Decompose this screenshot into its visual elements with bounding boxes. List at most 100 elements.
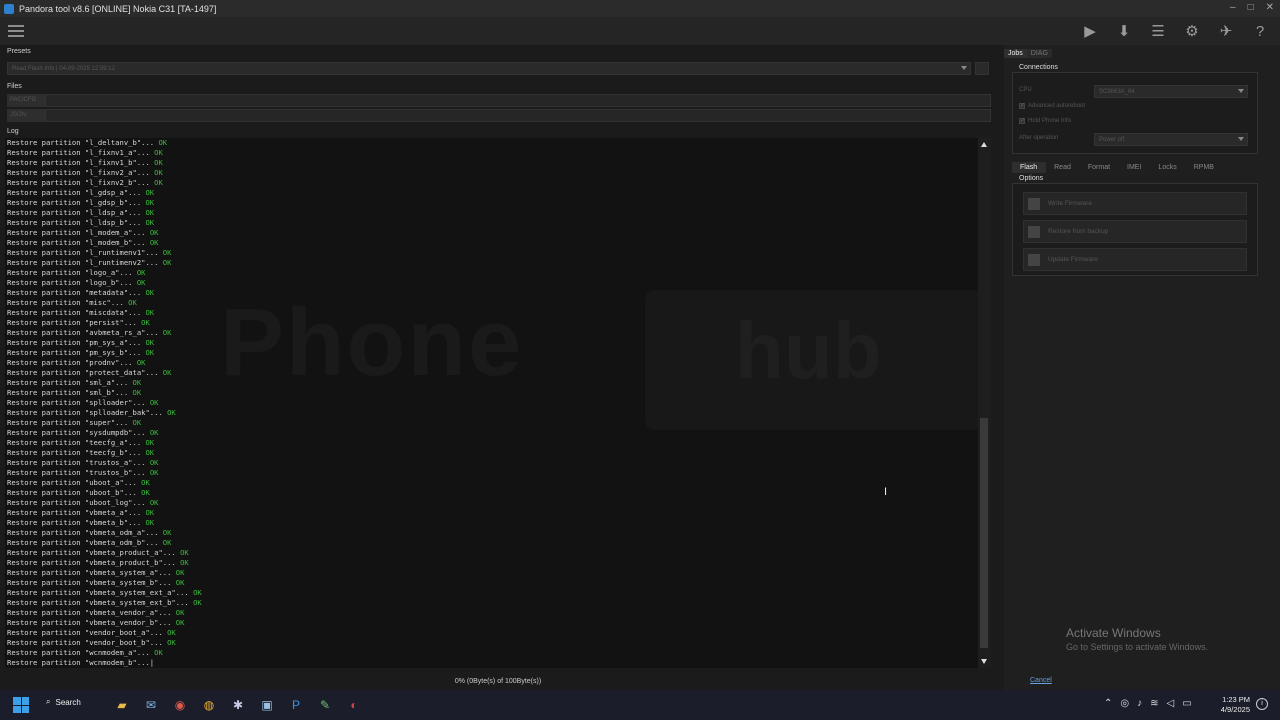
help-icon[interactable]: ?: [1250, 21, 1270, 41]
log-line: Restore partition "vbmeta_system_ext_a".…: [7, 588, 202, 598]
log-line: Restore partition "l_fixnv1_b"... OK: [7, 158, 202, 168]
notification-icon[interactable]: i: [1256, 698, 1268, 710]
log-line: Restore partition "l_fixnv2_b"... OK: [7, 178, 202, 188]
mail-icon[interactable]: ✉: [141, 695, 161, 715]
log-line-text: Restore partition "vbmeta_odm_a"...: [7, 528, 163, 537]
phone-info-checkbox[interactable]: ✓ Hold Phone Info: [1019, 118, 1071, 124]
microphone-icon[interactable]: ♪: [1137, 698, 1142, 709]
log-line-text: Restore partition "l_gdsp_b"...: [7, 198, 146, 207]
log-line-text: Restore partition "vbmeta_b"...: [7, 518, 146, 527]
log-line-text: Restore partition "teecfg_b"...: [7, 448, 146, 457]
tab-rpmb[interactable]: RPMB: [1186, 162, 1223, 173]
maximize-button[interactable]: □: [1248, 2, 1254, 13]
activate-subtitle: Go to Settings to activate Windows.: [1066, 642, 1209, 652]
telegram-icon[interactable]: ✈: [1216, 21, 1236, 41]
log-line-text: Restore partition "vbmeta_system_ext_b".…: [7, 598, 194, 607]
log-scrollbar[interactable]: [978, 138, 991, 668]
log-line-status: OK: [154, 148, 163, 157]
log-line-status: OK: [167, 638, 176, 647]
log-line-text: Restore partition "l_runtimenv2"...: [7, 258, 163, 267]
activate-windows-notice: Activate Windows Go to Settings to activ…: [1066, 626, 1208, 652]
log-line-status: OK: [154, 648, 163, 657]
log-line: Restore partition "l_deltanv_b"... OK: [7, 138, 202, 148]
tab-format[interactable]: Format: [1080, 162, 1119, 173]
watermark-text: Phone: [220, 289, 524, 396]
scroll-up-icon[interactable]: [981, 142, 987, 147]
restore-backup-button[interactable]: Restore from backup: [1023, 220, 1247, 243]
json-file-field[interactable]: [45, 109, 991, 122]
log-line-text: Restore partition "l_fixnv1_b"...: [7, 158, 155, 167]
log-line: Restore partition "vbmeta_a"... OK: [7, 508, 202, 518]
log-line-status: OK: [145, 288, 155, 297]
chevron-up-icon[interactable]: ⌃: [1104, 698, 1112, 709]
play-icon[interactable]: ▶: [1080, 21, 1100, 41]
tab-locks[interactable]: Locks: [1150, 162, 1185, 173]
scroll-thumb[interactable]: [980, 418, 988, 648]
log-line: Restore partition "vbmeta_vendor_a"... O…: [7, 608, 202, 618]
gear-app-icon[interactable]: ✱: [228, 695, 248, 715]
taskbar-search[interactable]: ⌕ Search: [46, 697, 81, 707]
log-line-status: OK: [180, 548, 189, 557]
log-output[interactable]: Phone hub Restore partition "l_deltanv_b…: [5, 138, 991, 668]
after-operation-label: After operation: [1019, 135, 1058, 141]
network-alert-icon[interactable]: ◎: [1120, 698, 1129, 709]
pac-file-field[interactable]: [45, 94, 991, 107]
volume-icon[interactable]: ◁: [1167, 698, 1175, 709]
write-firmware-button[interactable]: Write Firmware: [1023, 192, 1247, 215]
tab-flash[interactable]: Flash: [1012, 162, 1047, 173]
pandora-app-icon[interactable]: P: [286, 695, 306, 715]
cpu-dropdown[interactable]: SC9863A_64: [1094, 85, 1248, 98]
minimize-button[interactable]: –: [1230, 2, 1236, 13]
cancel-link[interactable]: Cancel: [1030, 677, 1052, 684]
tab-read[interactable]: Read: [1046, 162, 1080, 173]
clock[interactable]: 1:23 PM 4/9/2025: [1210, 695, 1250, 715]
wifi-icon[interactable]: ≋: [1150, 698, 1158, 709]
close-button[interactable]: ✕: [1266, 2, 1274, 13]
log-line-text: Restore partition "teecfg_a"...: [7, 438, 146, 447]
log-line-text: Restore partition "l_fixnv2_b"...: [7, 178, 155, 187]
autoreboot-checkbox[interactable]: ✓ Advanced autoreboot: [1019, 103, 1085, 109]
log-line-text: Restore partition "pm_sys_a"...: [7, 338, 146, 347]
log-lines: Restore partition "l_deltanv_b"... OK Res…: [7, 138, 202, 668]
log-line: Restore partition "uboot_log"... OK: [7, 498, 202, 508]
log-line-status: OK: [149, 428, 159, 437]
log-line: Restore partition "wcnmodem_b"...|: [7, 658, 202, 668]
battery-icon[interactable]: ▭: [1182, 698, 1191, 709]
window-app-icon[interactable]: ▣: [257, 695, 277, 715]
log-line-status: OK: [145, 308, 155, 317]
update-firmware-button[interactable]: Update Firmware: [1023, 248, 1247, 271]
red-app-icon[interactable]: ◐: [344, 695, 364, 715]
log-line-text: Restore partition "metadata"...: [7, 288, 146, 297]
presets-clear-button[interactable]: [975, 62, 989, 75]
list-icon[interactable]: ☰: [1148, 21, 1168, 41]
log-line-status: OK: [128, 298, 137, 307]
hamburger-menu-icon[interactable]: [8, 25, 24, 37]
tab-diag[interactable]: DIAG: [1026, 49, 1052, 58]
log-line-status: OK: [162, 528, 172, 537]
presets-dropdown[interactable]: Read Flash Info | 04-09-2025 12:59:12: [7, 62, 971, 75]
tab-imei[interactable]: IMEI: [1119, 162, 1150, 173]
scroll-down-icon[interactable]: [981, 659, 987, 664]
file-row-pac[interactable]: PAC/CFG: [7, 94, 991, 107]
log-line-text: Restore partition "sml_b"...: [7, 388, 133, 397]
windows-start-icon[interactable]: [13, 697, 29, 713]
download-icon[interactable]: ⬇: [1114, 21, 1134, 41]
file-explorer-icon[interactable]: ▰: [112, 695, 132, 715]
gear-icon[interactable]: ⚙: [1182, 21, 1202, 41]
log-line-text: Restore partition "l_fixnv1_a"...: [7, 148, 155, 157]
green-app-icon[interactable]: ✎: [315, 695, 335, 715]
app-circle-icon[interactable]: ◍: [199, 695, 219, 715]
connections-group: Connections CPU SC9863A_64 ✓ Advanced aut…: [1012, 64, 1258, 154]
file-row-json[interactable]: JSON: [7, 109, 991, 122]
tab-jobs[interactable]: Jobs: [1004, 49, 1027, 58]
watermark-badge: hub: [645, 290, 985, 430]
log-line-text: Restore partition "uboot_a"...: [7, 478, 142, 487]
log-line: Restore partition "wcnmodem_a"... OK: [7, 648, 202, 658]
log-line-text: Restore partition "l_fixnv2_a"...: [7, 168, 155, 177]
log-line-status: OK: [145, 188, 155, 197]
chrome-icon[interactable]: ◉: [170, 695, 190, 715]
log-line: Restore partition "l_ldsp_b"... OK: [7, 218, 202, 228]
after-operation-dropdown[interactable]: Power off: [1094, 133, 1248, 146]
log-line: Restore partition "l_fixnv1_a"... OK: [7, 148, 202, 158]
log-line: Restore partition "logo_a"... OK: [7, 268, 202, 278]
